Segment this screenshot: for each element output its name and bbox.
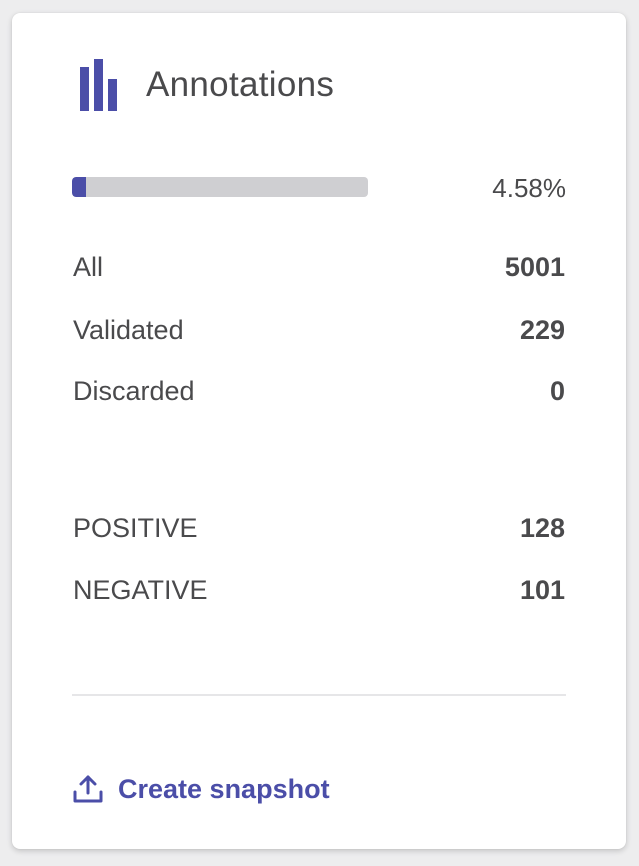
validation-progress: 4.58%	[72, 173, 566, 203]
label-name: NEGATIVE	[73, 574, 208, 605]
stat-label: Validated	[73, 314, 184, 345]
bar-chart-icon	[80, 59, 117, 111]
label-name: POSITIVE	[73, 512, 198, 543]
stat-label: Discarded	[73, 375, 195, 406]
annotations-card: Annotations 4.58% All 5001 Validated 229…	[12, 13, 626, 849]
stat-value: 5001	[504, 251, 565, 282]
create-snapshot-button[interactable]: Create snapshot	[72, 769, 330, 809]
progress-percent: 4.58%	[492, 173, 566, 203]
stat-row-validated: Validated 229	[73, 312, 565, 348]
label-row-positive: POSITIVE 128	[73, 510, 565, 546]
progress-track	[72, 177, 368, 197]
stat-label: All	[73, 251, 104, 282]
label-count: 101	[519, 574, 565, 605]
stat-row-discarded: Discarded 0	[73, 373, 565, 409]
label-count: 128	[519, 512, 565, 543]
divider	[72, 694, 566, 696]
card-title: Annotations	[146, 65, 335, 104]
stat-value: 229	[519, 314, 565, 345]
upload-icon	[73, 775, 103, 803]
stat-value: 0	[549, 375, 565, 406]
card-header: Annotations	[80, 57, 334, 113]
stat-row-all: All 5001	[73, 249, 565, 285]
progress-fill	[72, 177, 86, 197]
label-row-negative: NEGATIVE 101	[73, 572, 565, 608]
create-snapshot-label: Create snapshot	[118, 773, 330, 804]
